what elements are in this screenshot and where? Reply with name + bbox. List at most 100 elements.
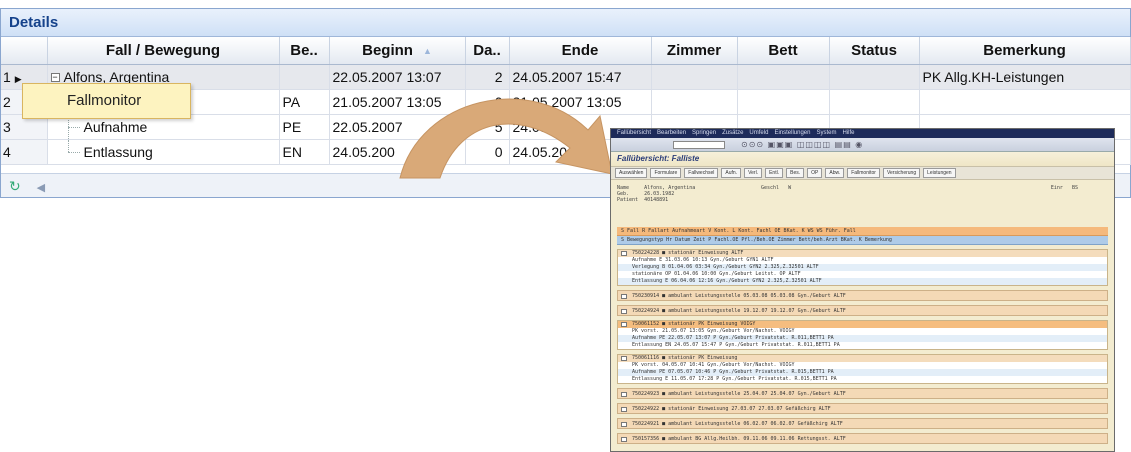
sap-menu-item[interactable]: Bearbeiten bbox=[657, 130, 686, 136]
cell-zimmer bbox=[651, 64, 738, 90]
row-number: 4 bbox=[1, 139, 48, 165]
sap-row-text: 750224924 ■ ambulant Leistungsstelle 19.… bbox=[632, 308, 846, 314]
sap-toolbar-button[interactable]: Verl. bbox=[744, 168, 763, 178]
row-checkbox[interactable] bbox=[621, 437, 627, 442]
sap-row-text: Entlassung E 06.04.06 12:16 Gyn./Geburt … bbox=[632, 278, 822, 284]
cell-be: EN bbox=[279, 139, 330, 165]
sap-toolbar-button[interactable]: Auswählen bbox=[615, 168, 648, 178]
sap-movement-row[interactable]: PK vorst. 04.05.07 10:41 Gyn./Geburt Vor… bbox=[618, 362, 1107, 369]
sap-toolbar-button[interactable]: Formulare bbox=[650, 168, 682, 178]
cell-bemerkung bbox=[919, 89, 1131, 115]
sap-row-text: Aufnahme E 31.03.06 10:13 Gyn./Geburt GY… bbox=[632, 257, 774, 263]
column-header-beginn-label: Beginn bbox=[362, 41, 413, 59]
cell-bett bbox=[737, 89, 830, 115]
sap-case-block: 750061116 ■ stationär PK Einweisung PK vo… bbox=[617, 354, 1108, 384]
sap-toolbar-button[interactable]: Fallwechsel bbox=[684, 168, 719, 178]
row-header-corner[interactable] bbox=[1, 37, 48, 65]
sap-case-row[interactable]: 750224924 ■ ambulant Leistungsstelle 19.… bbox=[617, 305, 1108, 316]
sap-toolbar-button[interactable]: Versicherung bbox=[882, 168, 921, 178]
sap-row-text: PK vorst. 04.05.07 10:41 Gyn./Geburt Vor… bbox=[632, 362, 795, 368]
sap-row-text: 750230914 ■ ambulant Leistungsstelle 05.… bbox=[632, 293, 846, 299]
cell-status bbox=[829, 89, 920, 115]
sap-movement-row[interactable]: Entlassung E 11.05.07 17:28 P Gyn./Gebur… bbox=[618, 376, 1107, 383]
sap-toolbar-button[interactable]: OP bbox=[807, 168, 823, 178]
cell-be: PA bbox=[279, 89, 330, 115]
sap-movement-row[interactable]: Verlegung B 01.04.06 03:34 Gyn./Geburt G… bbox=[618, 264, 1107, 271]
sap-case-block: 750061152 ■ stationär PK Einweisung VOIG… bbox=[617, 320, 1108, 350]
sap-row-text: Verlegung B 01.04.06 03:34 Gyn./Geburt G… bbox=[632, 264, 819, 270]
sap-movement-row[interactable]: Entlassung E 06.04.06 12:16 Gyn./Geburt … bbox=[618, 278, 1107, 285]
sap-case-row[interactable]: 750230914 ■ ambulant Leistungsstelle 05.… bbox=[617, 290, 1108, 301]
scroll-left-icon[interactable]: ◀ bbox=[37, 182, 45, 194]
cell-status bbox=[829, 64, 920, 90]
row-checkbox[interactable] bbox=[621, 309, 627, 314]
sap-toolbar-button[interactable]: Abw. bbox=[825, 168, 845, 178]
sap-toolbar-button[interactable]: Bes. bbox=[786, 168, 805, 178]
sap-movement-row[interactable]: Aufnahme PE 07.05.07 10:46 P Gyn./Geburt… bbox=[618, 369, 1107, 376]
sap-list-header-1: S Fall R Fallart Aufnahmeart V Kont. L K… bbox=[617, 227, 1108, 236]
movement-label: Entlassung bbox=[83, 143, 153, 160]
sap-case-row[interactable]: 750224923 ■ ambulant Leistungsstelle 25.… bbox=[617, 388, 1108, 399]
row-checkbox[interactable] bbox=[621, 251, 627, 256]
refresh-icon[interactable]: ↻ bbox=[9, 178, 21, 194]
sap-toolbar-button[interactable]: Entl. bbox=[765, 168, 784, 178]
sap-case-block: 750224228 ■ stationär Einweisung ALTF Auf… bbox=[617, 249, 1108, 286]
sap-menu-item[interactable]: Einstellungen bbox=[774, 130, 810, 136]
sap-menu-item[interactable]: Umfeld bbox=[749, 130, 768, 136]
row-checkbox[interactable] bbox=[621, 407, 627, 412]
column-header-da[interactable]: Da.. bbox=[465, 37, 510, 65]
toolbar-icons: ⊙⊙⊙ ▣▣▣ ◫◫◫◫ ▤▤ ◉ bbox=[741, 140, 864, 149]
sap-case-list: S Fall R Fallart Aufnahmeart V Kont. L K… bbox=[617, 227, 1108, 444]
sap-row-text: 750224921 ■ ambulant Leistungsstelle 06.… bbox=[632, 421, 843, 427]
sap-screen-title: Fallübersicht: Falliste bbox=[611, 152, 1114, 166]
cell-fall[interactable]: Entlassung bbox=[47, 139, 280, 165]
column-header-zimmer[interactable]: Zimmer bbox=[651, 37, 738, 65]
row-checkbox[interactable] bbox=[621, 322, 627, 327]
sap-menubar: Fallübersicht Bearbeiten Springen Zusätze Um… bbox=[611, 129, 1114, 138]
column-header-be[interactable]: Be.. bbox=[279, 37, 330, 65]
sap-case-overview-screenshot: Fallübersicht Bearbeiten Springen Zusätze Um… bbox=[610, 128, 1115, 452]
panel-title: Details bbox=[1, 9, 1130, 37]
sap-row-text: 750224923 ■ ambulant Leistungsstelle 25.… bbox=[632, 391, 846, 397]
sap-movement-row[interactable]: Aufnahme E 31.03.06 10:13 Gyn./Geburt GY… bbox=[618, 257, 1107, 264]
sap-menu-item[interactable]: Springen bbox=[692, 130, 716, 136]
row-checkbox[interactable] bbox=[621, 422, 627, 427]
sap-case-row[interactable]: 750157356 ■ ambulant BG Allg.Heilbh. 09.… bbox=[617, 433, 1108, 444]
sap-case-row[interactable]: 750061116 ■ stationär PK Einweisung bbox=[618, 355, 1107, 362]
curved-arrow-graphic bbox=[399, 98, 613, 179]
sap-case-row[interactable]: 750224921 ■ ambulant Leistungsstelle 06.… bbox=[617, 418, 1108, 429]
sap-menu-item[interactable]: Zusätze bbox=[722, 130, 743, 136]
column-header-bemerkung[interactable]: Bemerkung bbox=[919, 37, 1131, 65]
sap-toolbar-button[interactable]: Leistungen bbox=[923, 168, 956, 178]
sap-row-text: stationäre OP 01.04.06 10:00 Gyn./Geburt… bbox=[632, 271, 801, 277]
sap-toolbar-button[interactable]: Aufn. bbox=[721, 168, 742, 178]
sap-movement-row[interactable]: Entlassung EN 24.05.07 15:47 P Gyn./Gebu… bbox=[618, 342, 1107, 349]
sap-list-header-2: S Bewegungstyp Hr Datum Zeit P Fachl.OE … bbox=[617, 236, 1108, 245]
sap-row-text: Entlassung E 11.05.07 17:28 P Gyn./Gebur… bbox=[632, 376, 837, 382]
column-header-beginn[interactable]: Beginn ▲ bbox=[329, 37, 466, 65]
sap-case-row[interactable]: 750061152 ■ stationär PK Einweisung VOIG… bbox=[618, 321, 1107, 328]
sap-toolbar-button[interactable]: Fallmonitor bbox=[847, 168, 880, 178]
sap-row-text: PK vorst. 21.05.07 13:05 Gyn./Geburt Vor… bbox=[632, 328, 795, 334]
column-header-status[interactable]: Status bbox=[829, 37, 920, 65]
sap-row-text: Aufnahme PE 22.05.07 13:07 P Gyn./Geburt… bbox=[632, 335, 834, 341]
sap-application-toolbar: Auswählen Formulare Fallwechsel Aufn. Verl. E… bbox=[611, 166, 1114, 180]
row-checkbox[interactable] bbox=[621, 294, 627, 299]
sap-menu-item[interactable]: System bbox=[816, 130, 836, 136]
sap-movement-row[interactable]: Aufnahme PE 22.05.07 13:07 P Gyn./Geburt… bbox=[618, 335, 1107, 342]
collapse-icon[interactable]: − bbox=[50, 73, 60, 83]
column-header-ende[interactable]: Ende bbox=[509, 37, 652, 65]
column-header-fall[interactable]: Fall / Bewegung bbox=[47, 37, 280, 65]
column-header-bett[interactable]: Bett bbox=[737, 37, 830, 65]
sort-ascending-icon: ▲ bbox=[422, 45, 432, 56]
sap-command-bar: ⊙⊙⊙ ▣▣▣ ◫◫◫◫ ▤▤ ◉ bbox=[611, 138, 1114, 152]
sap-menu-item[interactable]: Fallübersicht bbox=[617, 130, 651, 136]
row-checkbox[interactable] bbox=[621, 356, 627, 361]
sap-menu-item[interactable]: Hilfe bbox=[842, 130, 854, 136]
fallmonitor-menu-item[interactable]: Fallmonitor bbox=[22, 83, 191, 119]
row-checkbox[interactable] bbox=[621, 392, 627, 397]
sap-movement-row[interactable]: stationäre OP 01.04.06 10:00 Gyn./Geburt… bbox=[618, 271, 1107, 278]
sap-movement-row[interactable]: PK vorst. 21.05.07 13:05 Gyn./Geburt Vor… bbox=[618, 328, 1107, 335]
sap-case-row[interactable]: 750224228 ■ stationär Einweisung ALTF bbox=[618, 250, 1107, 257]
sap-case-row[interactable]: 750224922 ■ stationär Einweisung 27.03.0… bbox=[617, 403, 1108, 414]
